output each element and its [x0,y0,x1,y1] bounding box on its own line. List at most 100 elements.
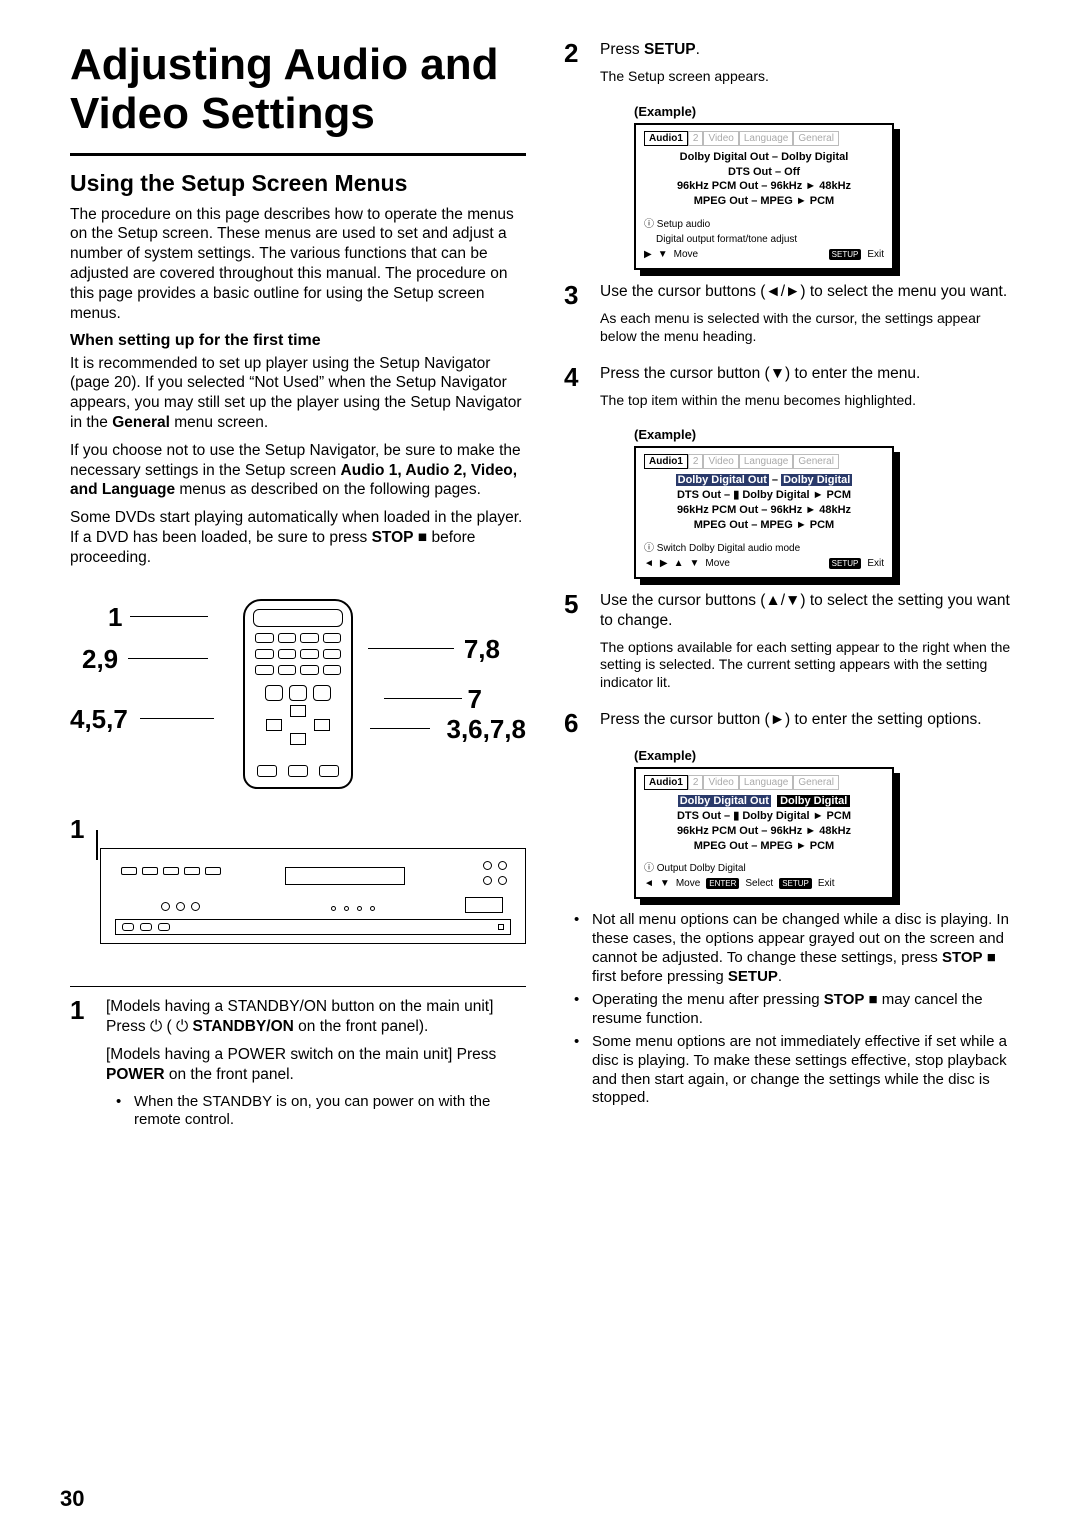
example-label-1: (Example) [634,104,1020,119]
osd-info2: Digital output format/tone adjust [656,234,884,245]
osd-line: Dolby Digital Out – Dolby Digital [644,150,884,165]
text: Operating the menu after pressing [592,991,824,1008]
osd-tab-2: 2 [688,131,704,146]
osd-info: Output Dolby Digital [644,859,884,874]
osd-setup-chip: SETUP [829,558,862,569]
play-icon: ▶ [644,249,652,260]
note-2: • Operating the menu after pressing STOP… [574,991,1020,1029]
osd-line: 96kHz PCM Out – 96kHz ► 48kHz [644,824,884,839]
osd-select: Select [745,878,773,889]
divider [70,153,526,156]
text: on the front panel. [165,1066,294,1083]
example-label-3: (Example) [634,748,1020,763]
callout-7-8: 7,8 [464,634,500,665]
osd-example-3: Audio1 2 Video Language General Dolby Di… [634,767,894,899]
osd-tab-general: General [793,454,839,469]
osd-line-hl: Dolby Digital Out Dolby Digital [644,794,884,809]
step-6: 6 Press the cursor button (►) to enter t… [564,710,1020,738]
left-icon: ◄ [644,558,654,569]
page-title: Adjusting Audio and Video Settings [70,40,526,139]
step-2-line: Press SETUP. [600,40,1020,60]
step-2: 2 Press SETUP. The Setup screen appears. [564,40,1020,94]
text-bold: POWER [106,1066,165,1083]
right-icon: ▶ [660,558,668,569]
osd-tab-2: 2 [688,775,704,790]
up-icon: ▲ [674,558,684,569]
osd-line: MPEG Out – MPEG ► PCM [644,194,884,209]
osd-info: Switch Dolby Digital audio mode [644,539,884,554]
osd-tab-language: Language [739,454,794,469]
osd-move: Move [674,249,698,260]
remote-diagram: 1 2,9 4,5,7 7,8 7 3,6,7,8 [70,594,526,794]
step-5-number: 5 [564,591,588,700]
step-3: 3 Use the cursor buttons (◄/►) to select… [564,282,1020,354]
osd-tab-2: 2 [688,454,704,469]
osd-example-1: Audio1 2 Video Language General Dolby Di… [634,123,894,270]
step-2-number: 2 [564,40,588,94]
text: Press [600,41,644,58]
step-5: 5 Use the cursor buttons (▲/▼) to select… [564,591,1020,700]
player-front-icon [100,848,526,944]
step-3-sub: As each menu is selected with the cursor… [600,310,1020,346]
first-time-p2: If you choose not to use the Setup Navig… [70,441,526,500]
text-bold: STOP [824,991,865,1008]
step-1: 1 [Models having a STANDBY/ON button on … [70,997,526,1134]
osd-exit: Exit [818,878,835,889]
left-icon: ◄ [644,878,654,889]
text: Some menu options are not immediately ef… [592,1033,1020,1109]
callout-3-6-7-8: 3,6,7,8 [446,714,526,745]
osd-move: Move [676,878,700,889]
text-bold: General [112,414,170,431]
down-icon: ▼ [690,558,700,569]
step-1-line1: [Models having a STANDBY/ON button on th… [106,997,526,1037]
step-4-sub: The top item within the menu becomes hig… [600,392,1020,410]
osd-tab-language: Language [739,131,794,146]
osd-info1: Setup audio [644,215,884,230]
step-5-line: Use the cursor buttons (▲/▼) to select t… [600,591,1020,631]
text: menus as described on the following page… [175,481,481,498]
osd-setup-chip: SETUP [829,249,862,260]
note-3: • Some menu options are not immediately … [574,1033,1020,1109]
callout-2-9: 2,9 [82,644,118,675]
osd-tab-video: Video [703,131,738,146]
section-heading: Using the Setup Screen Menus [70,170,526,197]
osd-tab-video: Video [703,775,738,790]
osd-line: MPEG Out – MPEG ► PCM [644,839,884,854]
osd-line: DTS Out – ▮ Dolby Digital ► PCM [644,488,884,503]
player-diagram: 1 [70,814,526,974]
callout-7: 7 [468,684,482,715]
osd-tab-audio1: Audio1 [644,454,688,469]
osd-line: MPEG Out – MPEG ► PCM [644,518,884,533]
remote-icon [243,599,353,789]
step-1-number: 1 [70,997,94,1134]
callout-1: 1 [108,602,122,633]
step-4: 4 Press the cursor button (▼) to enter t… [564,364,1020,418]
text-bold: STOP [942,949,983,966]
first-time-p1: It is recommended to set up player using… [70,354,526,433]
osd-exit: Exit [867,249,884,260]
osd-tab-audio1: Audio1 [644,131,688,146]
step-1-line2: [Models having a POWER switch on the mai… [106,1045,526,1085]
text: on the front panel). [294,1018,428,1035]
text: . [778,968,782,985]
osd-tab-general: General [793,775,839,790]
page-number: 30 [60,1486,84,1512]
step-6-line: Press the cursor button (►) to enter the… [600,710,1020,730]
text: [Models having a POWER switch on the mai… [106,1046,496,1063]
osd-move: Move [705,558,729,569]
osd-tab-audio1: Audio1 [644,775,688,790]
osd-line: DTS Out – ▮ Dolby Digital ► PCM [644,809,884,824]
text-bold: STOP [372,529,414,546]
divider-thin [70,986,526,988]
step-6-number: 6 [564,710,588,738]
osd-tab-video: Video [703,454,738,469]
osd-tab-general: General [793,131,839,146]
osd-exit: Exit [867,558,884,569]
down-icon: ▼ [658,249,668,260]
text-bold: SETUP [728,968,778,985]
text: menu screen. [170,414,268,431]
text: When the STANDBY is on, you can power on… [134,1093,526,1131]
osd-line: 96kHz PCM Out – 96kHz ► 48kHz [644,179,884,194]
osd-setup-chip: SETUP [779,878,812,889]
osd-example-2: Audio1 2 Video Language General Dolby Di… [634,446,894,578]
